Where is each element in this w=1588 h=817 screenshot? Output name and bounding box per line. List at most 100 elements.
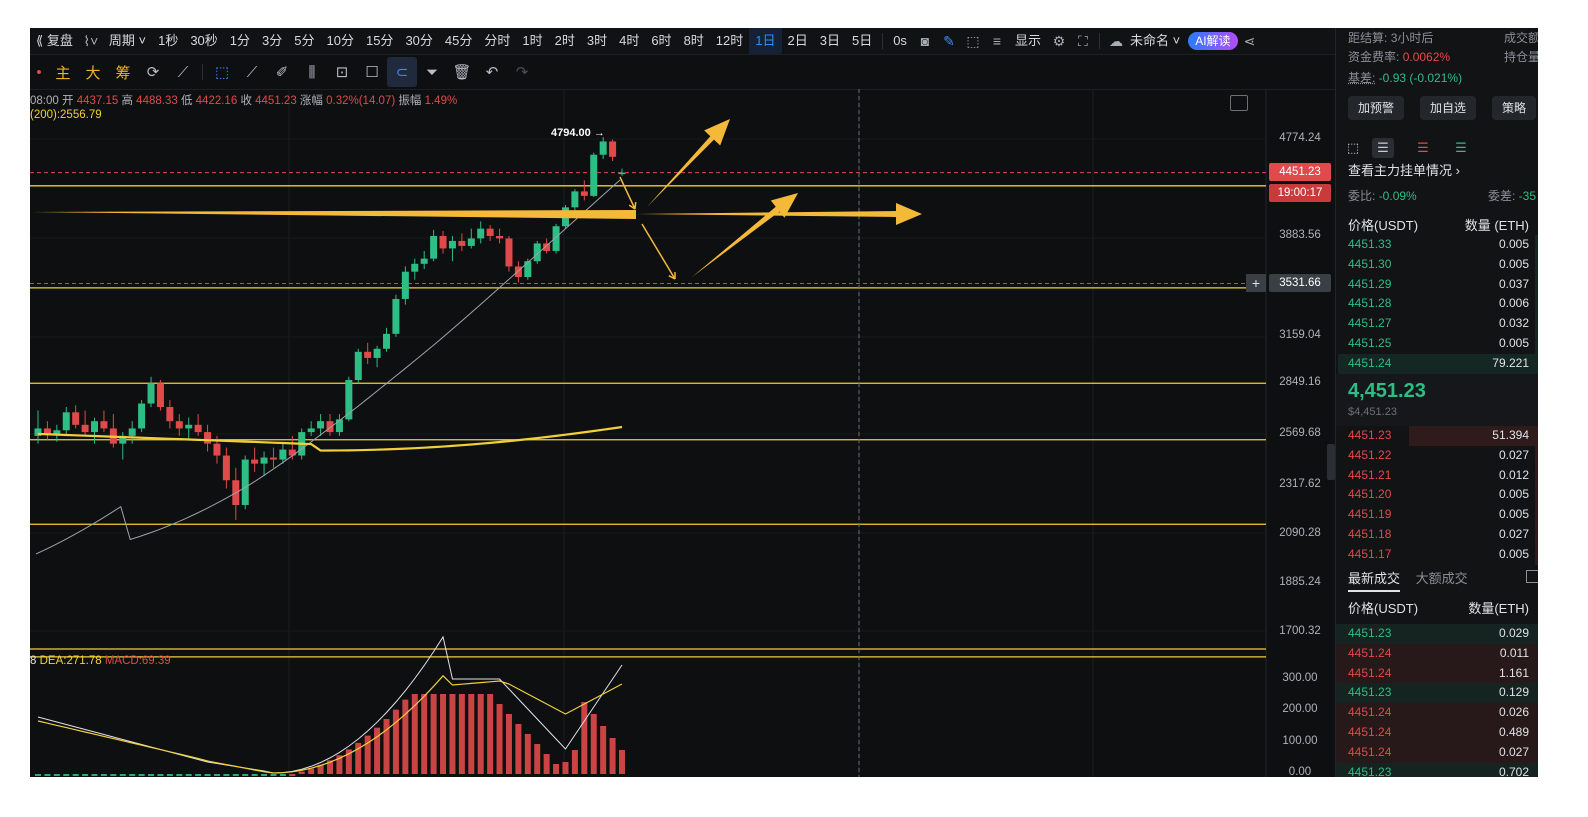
- timeframe-10[interactable]: 分时: [478, 28, 516, 54]
- macd-axis-label: 200.00: [1282, 703, 1318, 715]
- display-button[interactable]: 显示: [1009, 28, 1047, 54]
- drawing-toolbar: • 主 大 筹 ⟳ ⟋ ⬚ ⟋ ✐ ⫼ ⊡ ☐ ⊂ ⏷ 🗑 ↶ ↷: [30, 55, 1335, 90]
- chips-button[interactable]: 筹: [108, 57, 138, 87]
- macd-histogram-bar: [72, 774, 79, 776]
- timeframe-18[interactable]: 1日: [749, 28, 782, 54]
- brush-tool-icon[interactable]: ✐: [267, 57, 297, 87]
- ask-row[interactable]: 4451.29 0.037: [1336, 274, 1538, 295]
- timeframe-21[interactable]: 5日: [846, 28, 878, 54]
- cursor-tool-icon[interactable]: ⬚: [207, 57, 237, 87]
- panel-collapse-handle[interactable]: [1327, 444, 1335, 480]
- ask-row[interactable]: 4451.30 0.005: [1336, 254, 1538, 275]
- candle-tool-icon[interactable]: ⫼: [297, 57, 327, 87]
- dot-menu-icon[interactable]: •: [30, 57, 48, 87]
- book-bids-icon[interactable]: ☰: [1450, 138, 1472, 158]
- expand-icon[interactable]: [1230, 95, 1248, 111]
- timeframe-5[interactable]: 5分: [288, 28, 320, 54]
- timeframe-13[interactable]: 3时: [581, 28, 613, 54]
- bid-row[interactable]: 4451.19 0.005: [1336, 505, 1538, 525]
- macd-histogram-bar: [468, 694, 475, 774]
- timeframe-12[interactable]: 2时: [549, 28, 581, 54]
- timeframe-2[interactable]: 30秒: [184, 28, 223, 54]
- depth-bar: [1534, 334, 1538, 354]
- trash-icon[interactable]: 🗑: [447, 57, 477, 87]
- low-value: 4422.16: [195, 95, 238, 107]
- book-split-icon[interactable]: ☰: [1372, 138, 1394, 158]
- ask-row[interactable]: 4451.25 0.005: [1336, 334, 1538, 354]
- layout-name-dropdown[interactable]: 未命名 ˅: [1128, 28, 1182, 54]
- macd-histogram-bar: [91, 774, 98, 776]
- ask-row[interactable]: 4451.24 79.221: [1336, 353, 1538, 374]
- basis-label: 基差:: [1348, 71, 1376, 85]
- period-dropdown[interactable]: 周期 ˅: [103, 28, 152, 54]
- add-alert-button[interactable]: 加预警: [1348, 96, 1405, 120]
- chart-type-icon[interactable]: ⌇˅: [79, 28, 103, 54]
- tab-latest-trades[interactable]: 最新成交: [1348, 571, 1401, 592]
- tab-large-trades[interactable]: 大额成交: [1416, 571, 1468, 586]
- cursor-icon[interactable]: ⬚: [961, 28, 985, 54]
- camera-icon[interactable]: ◙: [913, 28, 937, 54]
- bid-quantity: 0.012: [1498, 467, 1529, 482]
- timeframe-19[interactable]: 2日: [782, 28, 814, 54]
- timeframe-3[interactable]: 1分: [224, 28, 256, 54]
- magnet-tool-icon[interactable]: ⊂: [387, 57, 417, 87]
- timeframe-17[interactable]: 12时: [710, 28, 749, 54]
- timeframe-20[interactable]: 3日: [814, 28, 846, 54]
- refresh-tool-icon[interactable]: ⟳: [138, 57, 168, 87]
- depth-link[interactable]: 查看主力挂单情况 ›: [1348, 161, 1538, 181]
- timeframe-1[interactable]: 1秒: [152, 28, 184, 54]
- bid-row[interactable]: 4451.17 0.005: [1336, 544, 1538, 565]
- replay-button[interactable]: ⟪ 复盘: [30, 28, 79, 54]
- bid-row[interactable]: 4451.21 0.012: [1336, 465, 1538, 486]
- timeframe-16[interactable]: 8时: [678, 28, 710, 54]
- main-chart-button[interactable]: 主: [48, 57, 78, 87]
- timeframe-11[interactable]: 1时: [516, 28, 548, 54]
- redo-icon[interactable]: ↷: [507, 57, 537, 87]
- lock-tool-icon[interactable]: ⊡: [327, 57, 357, 87]
- macd-histogram-bar: [185, 774, 192, 776]
- share-icon[interactable]: ⋖: [1238, 28, 1262, 54]
- ai-analysis-button[interactable]: AI解读: [1188, 32, 1238, 50]
- ruler-tool-icon[interactable]: ⟋: [168, 57, 198, 87]
- candle-body: [430, 235, 438, 259]
- line-tool-icon[interactable]: ⟋: [237, 57, 267, 87]
- checkbox[interactable]: [1526, 570, 1538, 583]
- macd-histogram-bar: [402, 699, 409, 774]
- pen-icon[interactable]: ✎: [937, 28, 961, 54]
- undo-icon[interactable]: ↶: [477, 57, 507, 87]
- timeframe-toolbar: ⟪ 复盘 ⌇˅ 周期 ˅ 1秒 30秒 1分 3分 5分 10分 15分 30分 45分 分时 1时…: [30, 28, 1335, 55]
- chart-area[interactable]: 4794.00 → 08:00 开 4437.15 高 4488.33 低 44…: [30, 89, 1335, 777]
- ask-quantity: 0.032: [1498, 316, 1529, 331]
- large-order-button[interactable]: 大: [78, 57, 108, 87]
- indicator-icon[interactable]: ≡: [985, 28, 1009, 54]
- ask-row[interactable]: 4451.27 0.032: [1336, 314, 1538, 334]
- ask-row[interactable]: 4451.28 0.006: [1336, 294, 1538, 315]
- bid-row[interactable]: 4451.20 0.005: [1336, 485, 1538, 506]
- bid-row[interactable]: 4451.18 0.027: [1336, 525, 1538, 545]
- timeframe-7[interactable]: 15分: [360, 28, 399, 54]
- settle-row: 距结算: 3小时后 成交额: [1348, 28, 1538, 48]
- bid-row[interactable]: 4451.22 0.027: [1336, 445, 1538, 466]
- price-chart[interactable]: 4794.00 →: [30, 89, 1335, 777]
- timeframe-6[interactable]: 10分: [321, 28, 360, 54]
- add-alert-icon[interactable]: +: [1246, 274, 1266, 292]
- timeframe-4[interactable]: 3分: [256, 28, 288, 54]
- filter-icon[interactable]: ⏷: [417, 57, 447, 87]
- note-tool-icon[interactable]: ☐: [357, 57, 387, 87]
- timeframe-8[interactable]: 30分: [399, 28, 438, 54]
- timeframe-15[interactable]: 6时: [645, 28, 677, 54]
- settings-icon[interactable]: ⚙: [1047, 28, 1071, 54]
- timeframe-9[interactable]: 45分: [439, 28, 478, 54]
- book-asks-icon[interactable]: ☰: [1412, 138, 1434, 158]
- trade-row: 4451.24 1.161: [1336, 663, 1538, 684]
- ask-row[interactable]: 4451.33 0.005: [1336, 235, 1538, 255]
- price-axis-label: 4774.24: [1279, 132, 1321, 144]
- timeframe-14[interactable]: 4时: [613, 28, 645, 54]
- book-both-icon[interactable]: ⬚: [1342, 138, 1364, 158]
- depth-bar: [1534, 235, 1538, 255]
- fullscreen-icon[interactable]: ⛶: [1071, 28, 1095, 54]
- strategy-button[interactable]: 策略: [1492, 96, 1537, 120]
- depth-bar: [1534, 544, 1538, 565]
- add-watchlist-button[interactable]: 加自选: [1420, 96, 1477, 120]
- bid-row[interactable]: 4451.23 51.394: [1336, 426, 1538, 446]
